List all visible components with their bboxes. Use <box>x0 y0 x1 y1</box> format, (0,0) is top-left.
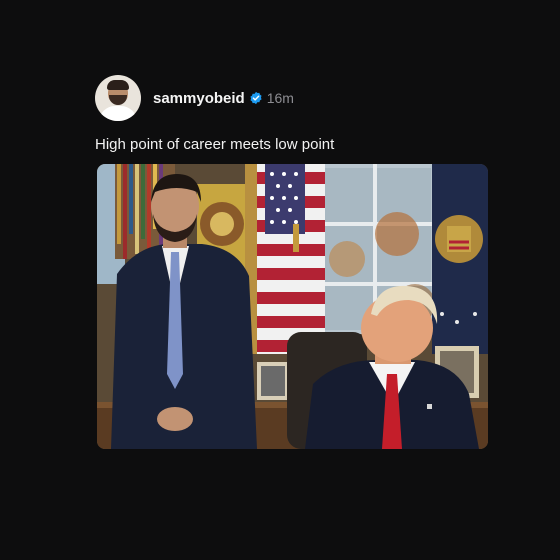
post-photo-oval-office <box>97 164 488 449</box>
post-timestamp: 16m <box>266 90 294 106</box>
post-caption: High point of career meets low point <box>95 136 335 153</box>
avatar[interactable] <box>95 75 141 121</box>
threads-post: sammyobeid 16m High point of career meet… <box>95 74 488 155</box>
username[interactable]: sammyobeid <box>153 90 245 107</box>
post-header: sammyobeid 16m <box>95 74 488 122</box>
post-image[interactable] <box>97 164 488 449</box>
verified-badge-icon <box>250 91 262 105</box>
